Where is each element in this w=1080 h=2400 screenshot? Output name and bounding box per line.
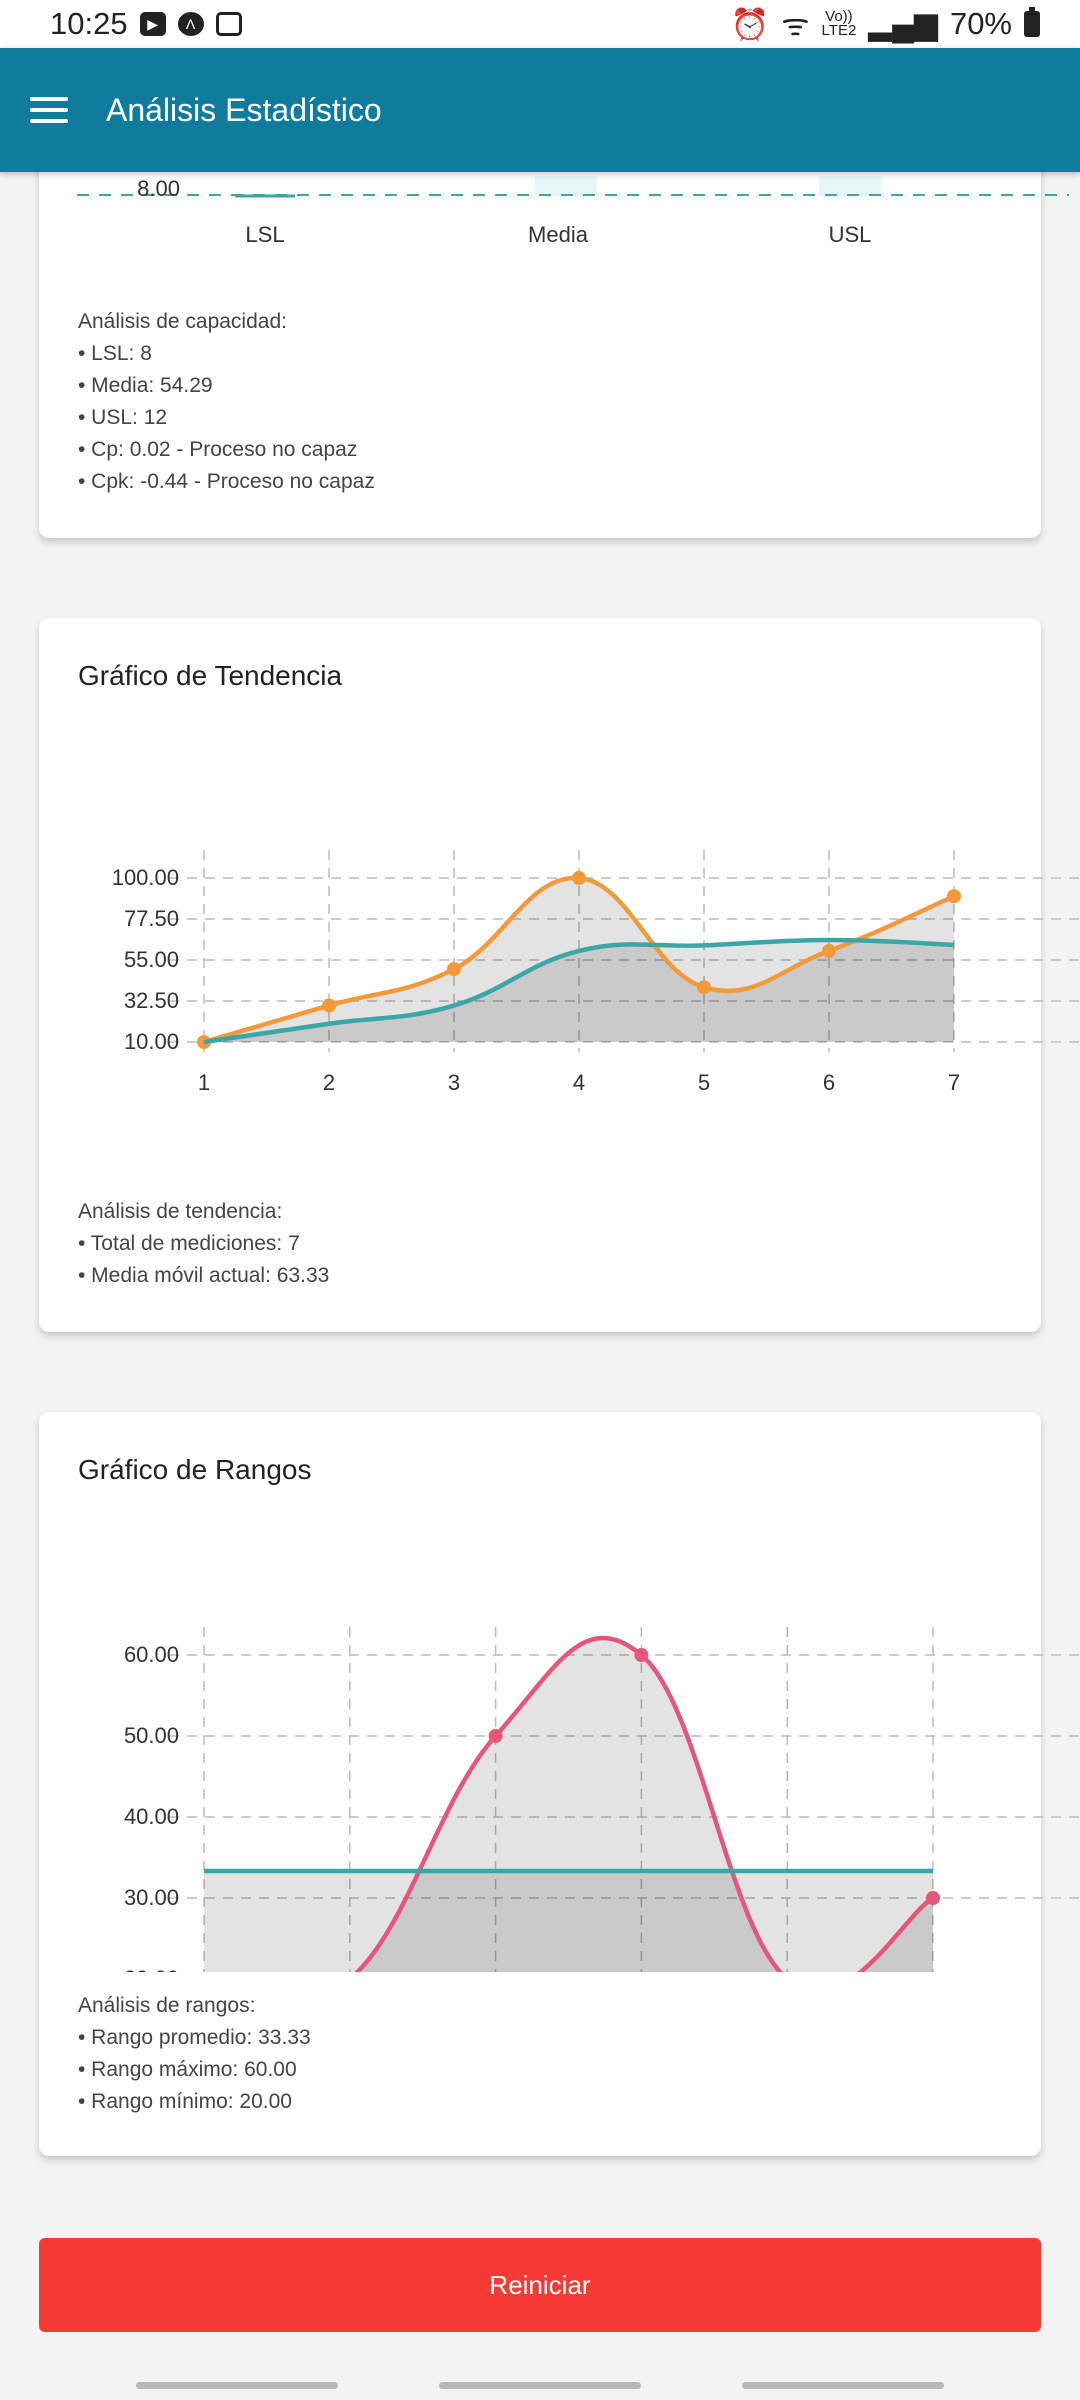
x-tick-media: Media	[528, 222, 589, 247]
app-notification-icon: Λ	[177, 12, 204, 36]
analysis-line: • Rango máximo: 60.00	[78, 2058, 297, 2081]
y-tick-label: 30.00	[124, 1885, 179, 1910]
media-bar	[535, 176, 597, 196]
data-point	[322, 998, 336, 1013]
capability-analysis: Análisis de capacidad: • LSL: 8 • Media: 5…	[78, 306, 375, 498]
analysis-line: • Rango promedio: 33.33	[78, 2026, 311, 2049]
data-point	[697, 980, 711, 995]
ranges-chart: 60.00 50.00 40.00 30.00 20.00	[124, 1627, 1080, 1972]
app-title: Análisis Estadístico	[106, 91, 382, 128]
reset-button[interactable]: Reiniciar	[39, 2238, 1041, 2332]
data-point	[947, 889, 961, 904]
status-bar-left: 10:25 ▶ Λ	[50, 6, 242, 42]
analysis-line: • Media móvil actual: 63.33	[78, 1264, 330, 1287]
network-label: LTE2	[821, 22, 857, 39]
analysis-heading: Análisis de tendencia:	[78, 1200, 283, 1223]
data-point	[822, 943, 836, 958]
data-point	[447, 962, 461, 977]
ranges-analysis: Análisis de rangos: • Rango promedio: 33.…	[78, 1990, 311, 2118]
analysis-line: • Media: 54.29	[78, 374, 213, 397]
nav-back-handle[interactable]	[742, 2382, 944, 2389]
app-bar: Análisis Estadístico	[0, 48, 1080, 172]
x-tick-label: 1	[198, 1070, 210, 1095]
ranges-card: Gráfico de Rangos 60.00 50.00 40.00 30.00 20…	[39, 1412, 1080, 2156]
status-bar: 10:25 ▶ Λ ⏰ ᯤ Vo)) LTE2 ▂▄▆ 70%	[0, 0, 1080, 48]
analysis-heading: Análisis de capacidad:	[78, 310, 287, 333]
x-tick-label: 3	[448, 1070, 460, 1095]
x-tick-label: 4	[573, 1070, 585, 1095]
y-tick-label: 8.00	[137, 176, 180, 201]
battery-icon	[1024, 7, 1040, 37]
capability-card: 8.00 LSL Media USL Análisis de capacidad…	[39, 120, 1069, 538]
gallery-icon	[215, 12, 242, 36]
y-tick-label: 50.00	[124, 1723, 179, 1748]
x-tick-usl: USL	[829, 222, 872, 247]
analysis-line: • LSL: 8	[78, 342, 152, 365]
usl-bar	[819, 176, 881, 196]
ranges-card-title: Gráfico de Rangos	[78, 1454, 312, 1485]
y-tick-label: 32.50	[124, 988, 179, 1013]
battery-percent: 70%	[949, 6, 1012, 41]
x-tick-label: 7	[948, 1070, 960, 1095]
analysis-line: • USL: 12	[78, 406, 168, 429]
alarm-icon: ⏰	[730, 6, 770, 42]
x-tick-lsl: LSL	[245, 222, 284, 247]
nav-recents-handle[interactable]	[136, 2382, 338, 2389]
trend-card-title: Gráfico de Tendencia	[78, 660, 343, 691]
analysis-line: • Total de mediciones: 7	[78, 1232, 300, 1255]
y-tick-label: 55.00	[124, 947, 179, 972]
hamburger-menu-icon[interactable]	[30, 97, 68, 123]
series-area	[204, 1871, 933, 1972]
y-tick-label: 40.00	[124, 1804, 179, 1829]
data-point	[634, 1648, 649, 1662]
y-tick-label: 60.00	[124, 1642, 179, 1667]
trend-chart: 100.00 77.50 55.00 32.50 10.00 1 2 3 4 5 6 7	[112, 850, 1080, 1095]
analysis-line: • Cpk: -0.44 - Proceso no capaz	[78, 470, 375, 493]
signal-icon: ▂▄▆	[868, 6, 938, 41]
x-tick-label: 5	[698, 1070, 710, 1095]
system-nav-bar	[0, 2370, 1080, 2400]
analysis-line: • Rango mínimo: 20.00	[78, 2090, 292, 2113]
trend-card: Gráfico de Tendencia 100.00 77.50 55.00 32.…	[39, 618, 1080, 1332]
status-bar-right: ⏰ ᯤ Vo)) LTE2 ▂▄▆ 70%	[731, 3, 1040, 45]
x-tick-label: 6	[823, 1070, 835, 1095]
y-tick-label: 100.00	[112, 865, 179, 890]
x-tick-label: 2	[323, 1070, 335, 1095]
status-time: 10:25	[50, 6, 128, 41]
analysis-line: • Cp: 0.02 - Proceso no capaz	[78, 438, 358, 461]
trend-analysis: Análisis de tendencia: • Total de medicio…	[78, 1196, 329, 1292]
y-tick-label: 77.50	[124, 906, 179, 931]
y-tick-label: 20.00	[124, 1966, 179, 1972]
data-point	[926, 1891, 940, 1905]
volte-indicator: Vo)) LTE2	[821, 9, 857, 39]
data-point	[572, 871, 586, 885]
analysis-heading: Análisis de rangos:	[78, 1994, 256, 2017]
nav-home-handle[interactable]	[439, 2382, 641, 2389]
youtube-icon: ▶	[139, 12, 166, 36]
wifi-icon: ᯤ	[781, 7, 810, 42]
data-point	[488, 1729, 503, 1743]
y-tick-label: 10.00	[124, 1029, 179, 1054]
